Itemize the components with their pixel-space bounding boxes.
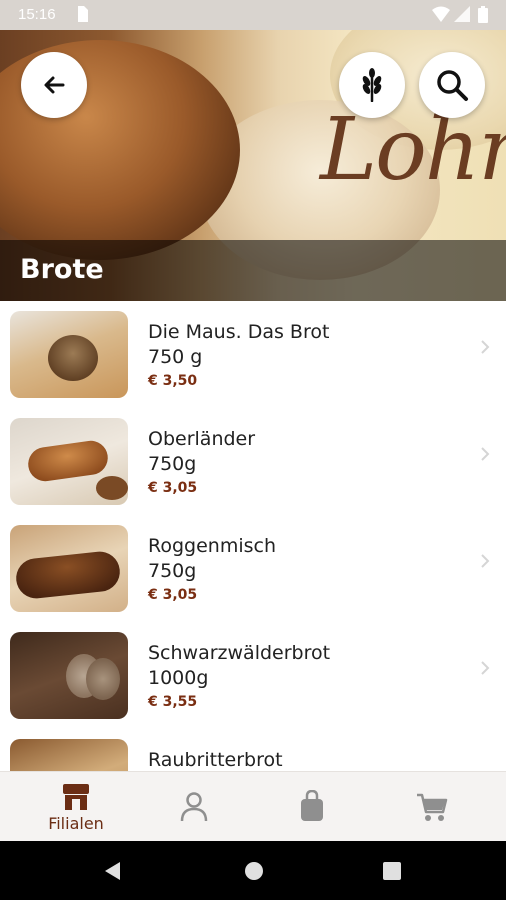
chevron-right-icon [481, 661, 490, 675]
category-title: Brote [20, 254, 104, 285]
product-item[interactable]: Raubritterbrot [0, 729, 506, 771]
sim-card-icon [78, 6, 88, 22]
product-weight: 750 g [148, 346, 203, 368]
product-image [10, 311, 128, 398]
system-navigation-bar [0, 841, 506, 900]
shopping-bag-icon [301, 790, 323, 821]
product-image [10, 632, 128, 719]
back-arrow-icon [44, 76, 65, 94]
bakery-logo: Lohn [320, 100, 506, 200]
nav-label-filialen: Filialen [48, 814, 104, 833]
product-item[interactable]: Die Maus. Das Brot 750 g € 3,50 [0, 301, 506, 408]
product-weight: 750g [148, 560, 197, 582]
store-icon [63, 784, 89, 810]
nav-item-orders[interactable] [253, 772, 373, 842]
product-image [10, 525, 128, 612]
product-price: € 3,55 [148, 694, 198, 710]
system-back-icon[interactable] [103, 861, 121, 881]
allergen-filter-button[interactable] [339, 52, 405, 118]
product-image [10, 739, 128, 771]
battery-icon [478, 6, 488, 23]
cart-icon [417, 793, 448, 821]
product-weight: 1000g [148, 667, 209, 689]
product-item[interactable]: Roggenmisch 750g € 3,05 [0, 515, 506, 622]
chevron-right-icon [481, 340, 490, 354]
product-image [10, 418, 128, 505]
product-name: Oberländer [148, 428, 256, 450]
chevron-right-icon [481, 554, 490, 568]
nav-item-filialen[interactable]: Filialen [16, 772, 136, 842]
nav-item-cart[interactable] [372, 772, 492, 842]
nav-item-account[interactable] [134, 772, 254, 842]
wheat-icon [362, 68, 382, 102]
person-icon [180, 792, 208, 822]
product-price: € 3,05 [148, 480, 198, 496]
bottom-navigation: Filialen [0, 771, 506, 842]
product-price: € 3,05 [148, 587, 198, 603]
product-price: € 3,50 [148, 373, 198, 389]
signal-icon [454, 6, 470, 22]
product-item[interactable]: Schwarzwälderbrot 1000g € 3,55 [0, 622, 506, 729]
search-icon [437, 70, 468, 101]
back-button[interactable] [21, 52, 87, 118]
wifi-icon [432, 6, 450, 22]
system-recents-icon[interactable] [383, 862, 401, 880]
product-name: Die Maus. Das Brot [148, 321, 330, 343]
system-home-icon[interactable] [244, 861, 264, 881]
product-name: Roggenmisch [148, 535, 276, 557]
product-name: Schwarzwälderbrot [148, 642, 331, 664]
product-weight: 750g [148, 453, 197, 475]
chevron-right-icon [481, 447, 490, 461]
product-item[interactable]: Oberländer 750g € 3,05 [0, 408, 506, 515]
product-list: Die Maus. Das Brot 750 g € 3,50 Oberländ… [0, 301, 506, 771]
status-time: 15:16 [18, 6, 56, 23]
product-name: Raubritterbrot [148, 749, 283, 771]
status-bar: 15:16 [0, 0, 506, 30]
search-button[interactable] [419, 52, 485, 118]
